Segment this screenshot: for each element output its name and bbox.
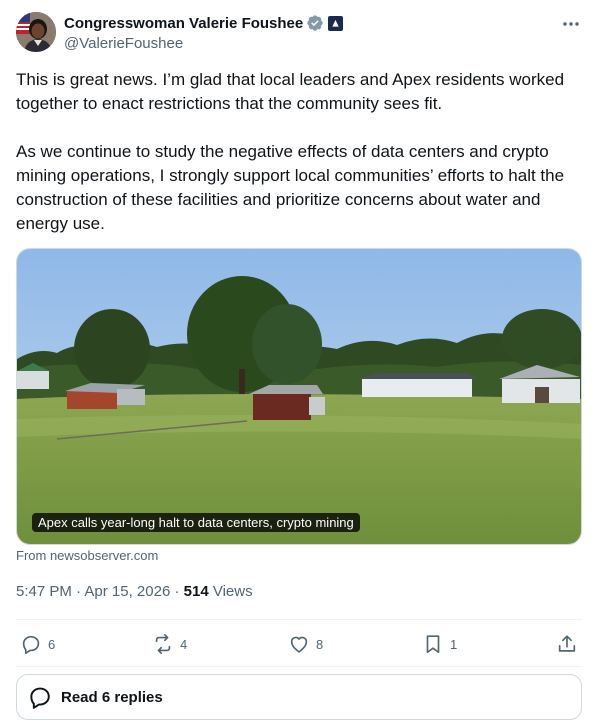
- bookmark-icon: [426, 635, 440, 654]
- divider: [16, 666, 582, 667]
- repost-count: 4: [180, 636, 188, 652]
- author-names: Congresswoman Valerie Foushee @ValerieFo…: [64, 13, 344, 52]
- meta-separator: ·: [71, 583, 85, 600]
- author-display-name[interactable]: Congresswoman Valerie Foushee: [64, 15, 303, 32]
- repost-button[interactable]: 4: [152, 624, 187, 664]
- bookmark-button[interactable]: 1: [422, 624, 457, 664]
- tweet-text: This is great news. I’m glad that local …: [16, 68, 582, 236]
- reply-icon: [30, 687, 50, 709]
- tweet-paragraph: As we continue to study the negative eff…: [16, 142, 565, 233]
- author-handle[interactable]: @ValerieFoushee: [64, 35, 343, 52]
- share-icon: [558, 635, 576, 652]
- verified-badge-icon[interactable]: [306, 14, 324, 32]
- like-count: 8: [316, 636, 324, 652]
- views-label: Views: [208, 583, 253, 600]
- views-count[interactable]: 514: [184, 583, 209, 600]
- read-replies-label: Read 6 replies: [61, 688, 163, 706]
- reply-icon: [22, 636, 40, 654]
- like-button[interactable]: 8: [288, 624, 323, 664]
- avatar[interactable]: [16, 12, 56, 52]
- link-preview-card[interactable]: Apex calls year-long halt to data center…: [16, 248, 582, 545]
- tweet-date[interactable]: Apr 15, 2026: [84, 583, 170, 600]
- repost-icon: [155, 634, 171, 654]
- meta-separator: ·: [170, 583, 184, 600]
- tweet-paragraph: This is great news. I’m glad that local …: [16, 70, 565, 113]
- share-button[interactable]: [556, 624, 578, 664]
- more-options-button[interactable]: [560, 14, 582, 34]
- reply-button[interactable]: 6: [20, 624, 55, 664]
- tweet-time[interactable]: 5:47 PM: [16, 583, 72, 600]
- heart-icon: [290, 636, 308, 653]
- link-preview-image: [17, 249, 581, 544]
- link-card-caption: Apex calls year-long halt to data center…: [32, 513, 360, 532]
- tweet-header: Congresswoman Valerie Foushee @ValerieFo…: [16, 12, 582, 56]
- divider: [16, 619, 582, 620]
- more-horizontal-icon: [563, 22, 579, 26]
- link-source[interactable]: From newsobserver.com: [16, 548, 158, 563]
- government-affiliation-icon[interactable]: [328, 15, 344, 31]
- tweet-meta: 5:47 PM · Apr 15, 2026 · 514 Views: [16, 583, 253, 600]
- reply-count: 6: [48, 636, 56, 652]
- action-bar: 6 4 8 1: [16, 624, 582, 664]
- read-replies-button[interactable]: Read 6 replies: [16, 674, 582, 720]
- bookmark-count: 1: [450, 636, 458, 652]
